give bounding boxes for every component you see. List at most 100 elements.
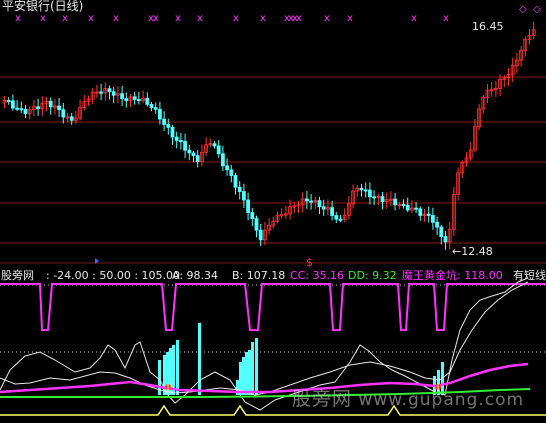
candle-down: [330, 207, 335, 216]
candle-down: [443, 236, 448, 243]
candle-down: [149, 103, 154, 109]
candle-down: [334, 215, 339, 220]
candle-down: [99, 91, 103, 94]
candle-down: [178, 140, 183, 143]
candle-down: [162, 118, 167, 125]
candle-down: [36, 106, 40, 109]
candle-down: [220, 153, 225, 167]
candle-down: [187, 149, 192, 154]
candle-down: [69, 116, 74, 121]
candle-down: [136, 99, 141, 102]
candle-down: [229, 169, 234, 176]
gold-pit-line: [0, 283, 546, 331]
indicator-name: 股旁网: [1, 269, 34, 282]
candle-down: [6, 100, 11, 103]
indicator-a-value: A: 98.34: [172, 269, 219, 282]
candle-down: [15, 107, 20, 110]
volume-bar: [176, 340, 179, 395]
signal-x-marker: x: [324, 13, 330, 24]
chart-title: 平安银行(日线): [2, 0, 84, 13]
candle-down: [174, 136, 179, 141]
site-watermark: 股旁网 www.gupang.com: [292, 384, 524, 411]
candle-down: [418, 208, 423, 216]
signal-x-marker: x: [15, 13, 21, 24]
candle-down: [23, 108, 28, 114]
indicator-gold-pit-value: 魔王黄金坑: 118.00: [402, 269, 503, 282]
candle-down: [401, 203, 406, 206]
high-price-label: 16.45: [472, 20, 504, 33]
candle-down: [414, 207, 419, 210]
candle-down: [241, 191, 246, 201]
candle-down: [225, 165, 230, 171]
candle-down: [120, 93, 124, 99]
candle-down: [426, 213, 431, 216]
candle-down: [166, 124, 171, 128]
indicator-legend-bar: 股旁网 : -24.00 : 50.00 : 105.00 A: 98.34 B…: [0, 268, 546, 283]
candle-down: [439, 226, 444, 237]
candle-down: [19, 108, 24, 111]
volume-bar: [172, 345, 175, 395]
candle-down: [195, 155, 200, 163]
chart-canvas[interactable]: x x x x x x x x x x x xxxx x x x x◇ ◇$: [0, 0, 546, 423]
volume-bar: [198, 323, 201, 395]
candle-down: [170, 126, 175, 138]
candle-down: [183, 141, 188, 151]
candle-down: [317, 200, 322, 208]
candle-down: [57, 105, 61, 111]
candle-down: [233, 175, 238, 188]
low-price-value: 12.48: [461, 245, 493, 258]
candle-down: [363, 189, 368, 192]
candle-down: [10, 100, 15, 109]
candle-down: [132, 96, 137, 100]
candle-down: [145, 97, 150, 105]
candle-down: [372, 196, 377, 199]
candle-down: [216, 145, 221, 155]
candle-down: [367, 189, 372, 198]
signal-x-marker: x: [411, 13, 417, 24]
candle-down: [48, 100, 53, 108]
indicator-cc-value: CC: 35.16: [290, 269, 345, 282]
candle-down: [250, 212, 255, 219]
signal-x-marker: x: [113, 13, 119, 24]
volume-bar: [245, 352, 248, 395]
candle-down: [258, 229, 263, 241]
signal-x-marker: x: [175, 13, 181, 24]
indicator-b-value: B: 107.18: [232, 269, 286, 282]
candle-down: [435, 221, 440, 228]
signal-x-marker: x: [296, 13, 302, 24]
signal-x-marker: x: [153, 13, 159, 24]
candle-down: [405, 204, 410, 211]
candle-down: [338, 218, 343, 221]
candle-down: [191, 152, 196, 157]
volume-bar: [242, 357, 245, 395]
candle-down: [393, 198, 398, 206]
indicator-dd-value: DD: 9.32: [348, 269, 397, 282]
signal-x-marker: x: [40, 13, 46, 24]
candle-down: [153, 107, 158, 110]
candle-down: [61, 109, 66, 118]
kline-chart-window[interactable]: x x x x x x x x x x x x x x x x x x x ◇ ◇ $ 平安银行(日线) 16.45 ←1…: [0, 0, 546, 423]
indicator-params: : -24.00 : 50.00 : 105.00: [46, 269, 181, 282]
candle-down: [212, 143, 217, 147]
signal-x-marker: x: [347, 13, 353, 24]
signal-x-marker: x: [197, 13, 203, 24]
volume-bar: [255, 338, 258, 395]
signal-x-marker: x: [260, 13, 266, 24]
candle-down: [430, 215, 435, 223]
candle-down: [254, 218, 259, 231]
candle-down: [157, 108, 162, 120]
candle-down: [111, 91, 116, 96]
indicator-tail-label: 有短线: [513, 269, 546, 282]
candle-down: [246, 199, 251, 213]
signal-x-marker: x: [88, 13, 94, 24]
candle-down: [237, 186, 242, 192]
candle-down: [359, 187, 364, 191]
watermark-url: www.gupang.com: [358, 390, 525, 410]
reference-diamond-marker: ◇: [533, 4, 541, 15]
candle-down: [380, 196, 385, 203]
candle-down: [304, 198, 309, 202]
volume-bar: [248, 350, 251, 395]
volume-bar: [251, 342, 254, 395]
low-price-label: ←12.48: [452, 245, 493, 258]
candle-down: [124, 98, 129, 102]
